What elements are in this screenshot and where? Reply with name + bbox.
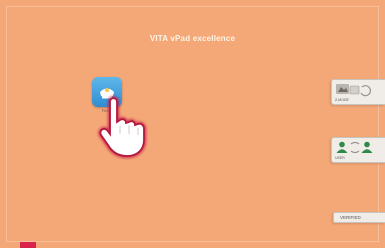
verified-button[interactable]: VERIFIED [333,212,385,223]
user-switch-label: USER [335,156,345,160]
vpad-screen: VITA vPad excellence Firing Z-MODE USER … [0,0,385,248]
pointing-hand-icon [98,96,147,159]
user-switch-button[interactable]: USER [331,137,385,163]
user-switch-icon [336,141,373,153]
program-group-label: Z-MODE [335,98,349,102]
program-group-button[interactable]: Z-MODE [331,79,385,105]
program-group-icon [336,84,371,97]
screen-title: VITA vPad excellence [149,34,236,43]
brand-logo-icon [20,242,36,248]
